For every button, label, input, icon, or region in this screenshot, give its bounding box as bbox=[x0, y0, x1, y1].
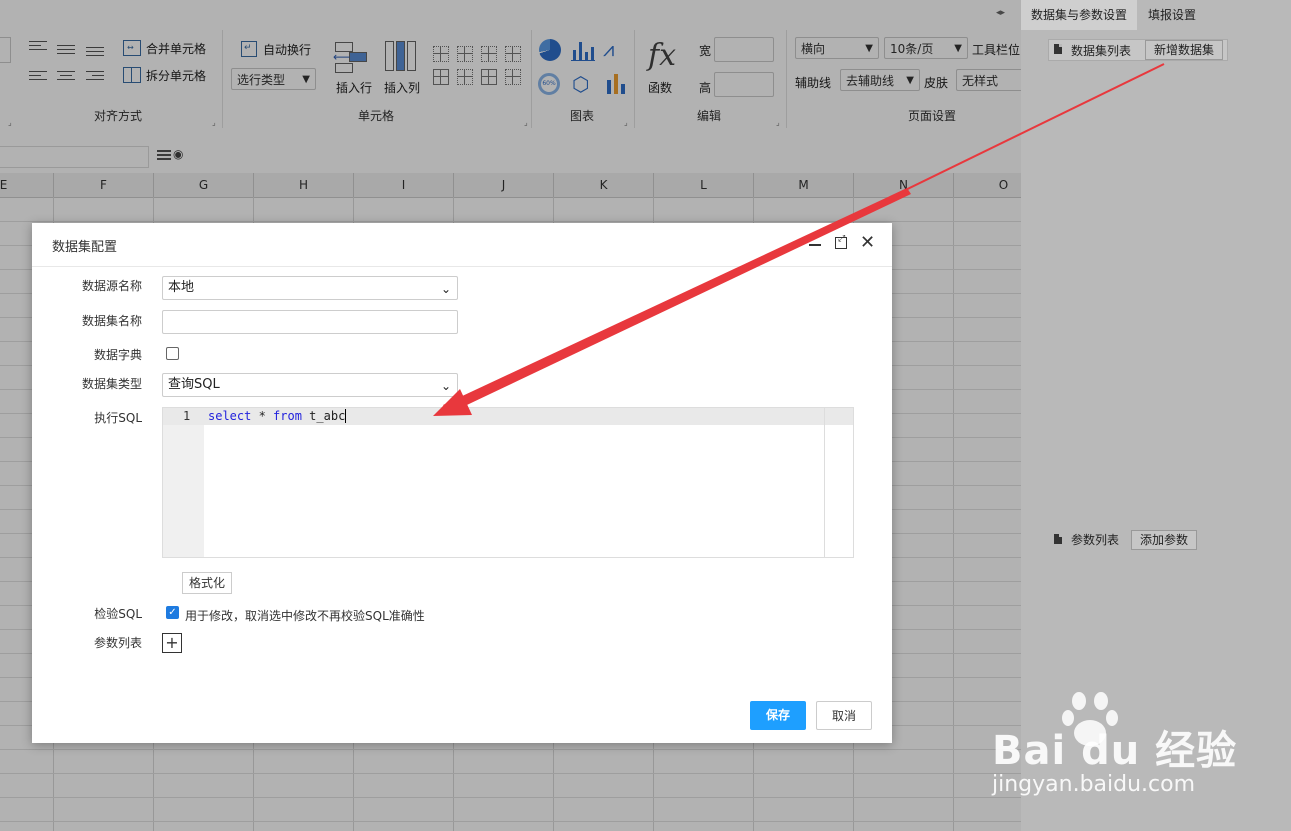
arrow-shaft bbox=[443, 188, 911, 413]
watermark-brand: Bai du 经验 bbox=[992, 728, 1238, 774]
arrow-head bbox=[433, 389, 472, 416]
watermark-url: jingyan.baidu.com bbox=[992, 772, 1196, 797]
baidu-watermark: Bai du 经验 jingyan.baidu.com bbox=[990, 690, 1290, 830]
